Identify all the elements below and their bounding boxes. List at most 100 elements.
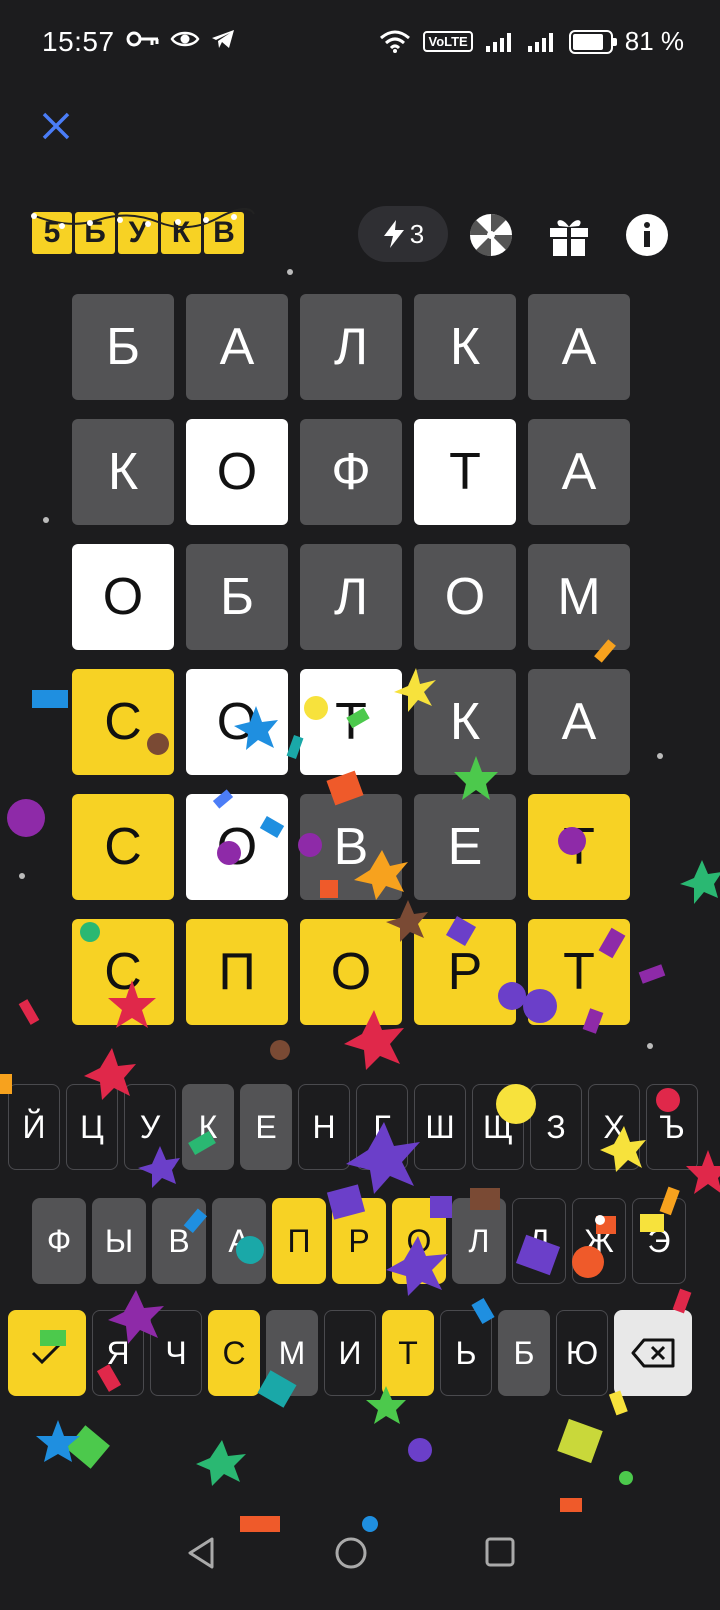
status-bar: 15:57 VoLTE 81 % — [0, 0, 720, 86]
letter-tile: С — [72, 794, 174, 900]
signal-icon-2 — [527, 32, 553, 52]
grid-row: СПОРТ — [72, 919, 632, 1025]
letter-tile: Р — [414, 919, 516, 1025]
info-button[interactable] — [624, 212, 670, 258]
grid-row: СОВЕТ — [72, 794, 632, 900]
letter-tile: О — [186, 794, 288, 900]
key[interactable]: Х — [588, 1084, 640, 1170]
wifi-icon — [380, 30, 411, 53]
letter-tile: О — [72, 544, 174, 650]
key[interactable]: В — [152, 1198, 206, 1284]
battery-icon — [568, 29, 617, 54]
key[interactable]: С — [208, 1310, 260, 1396]
logo-lights-garland — [29, 208, 255, 229]
letter-tile: П — [186, 919, 288, 1025]
key[interactable]: Ц — [66, 1084, 118, 1170]
info-icon — [626, 214, 668, 256]
key[interactable]: Ж — [572, 1198, 626, 1284]
letter-tile: В — [300, 794, 402, 900]
check-icon — [31, 1341, 63, 1365]
eye-icon — [170, 31, 200, 47]
key[interactable]: Ш — [414, 1084, 466, 1170]
key[interactable]: Л — [452, 1198, 506, 1284]
key[interactable]: Й — [8, 1084, 60, 1170]
enter-key[interactable] — [8, 1310, 86, 1396]
letter-tile: А — [528, 294, 630, 400]
navigation-bar — [0, 1500, 720, 1610]
letter-tile: О — [300, 919, 402, 1025]
grid-row: ОБЛОМ — [72, 544, 632, 650]
letter-tile: О — [414, 544, 516, 650]
key[interactable]: М — [266, 1310, 318, 1396]
letter-tile: Л — [300, 294, 402, 400]
backspace-icon — [631, 1338, 675, 1368]
gift-icon — [550, 220, 588, 256]
key[interactable]: Ь — [440, 1310, 492, 1396]
letter-tile: С — [72, 919, 174, 1025]
status-left-icons — [126, 28, 236, 50]
letter-tile: О — [186, 419, 288, 525]
home-icon[interactable] — [334, 1536, 368, 1570]
word-grid: БАЛКАКОФТАОБЛОМСОТКАСОВЕТСПОРТ — [72, 294, 632, 1044]
letter-tile: О — [186, 669, 288, 775]
key[interactable]: Я — [92, 1310, 144, 1396]
letter-tile: К — [414, 294, 516, 400]
key[interactable]: Э — [632, 1198, 686, 1284]
letter-tile: Б — [72, 294, 174, 400]
keyboard-row: ЯЧСМИТЬБЮ — [8, 1310, 692, 1396]
key[interactable]: Е — [240, 1084, 292, 1170]
letter-tile: К — [72, 419, 174, 525]
lightning-icon — [383, 220, 404, 248]
letter-tile: Е — [414, 794, 516, 900]
key[interactable]: У — [124, 1084, 176, 1170]
key[interactable]: К — [182, 1084, 234, 1170]
key[interactable]: Ч — [150, 1310, 202, 1396]
key[interactable]: Ъ — [646, 1084, 698, 1170]
key[interactable]: Щ — [472, 1084, 524, 1170]
energy-count: 3 — [409, 218, 425, 249]
key[interactable]: З — [530, 1084, 582, 1170]
backspace-key[interactable] — [614, 1310, 692, 1396]
back-icon[interactable] — [186, 1536, 216, 1570]
telegram-icon — [212, 30, 234, 48]
letter-tile: А — [528, 419, 630, 525]
letter-tile: С — [72, 669, 174, 775]
letter-tile: Т — [414, 419, 516, 525]
letter-tile: Т — [528, 794, 630, 900]
key[interactable]: Р — [332, 1198, 386, 1284]
key[interactable]: Ы — [92, 1198, 146, 1284]
grid-row: БАЛКА — [72, 294, 632, 400]
recents-icon[interactable] — [484, 1536, 516, 1568]
letter-tile: Т — [300, 669, 402, 775]
key[interactable]: И — [324, 1310, 376, 1396]
key[interactable]: Ф — [32, 1198, 86, 1284]
letter-tile: Л — [300, 544, 402, 650]
close-button[interactable] — [36, 106, 76, 146]
key[interactable]: Д — [512, 1198, 566, 1284]
wheel-icon — [469, 213, 513, 257]
keyboard-row: ЙЦУКЕНГШЩЗХЪ — [8, 1084, 698, 1170]
key[interactable]: Г — [356, 1084, 408, 1170]
key[interactable]: Ю — [556, 1310, 608, 1396]
close-icon — [42, 112, 70, 140]
battery-percent: 81 % — [624, 26, 684, 56]
key-icon — [126, 31, 159, 47]
signal-icon — [485, 32, 511, 52]
volte-badge: VoLTE — [423, 31, 473, 52]
keyboard-row: ФЫВАПРОЛДЖЭ — [32, 1198, 686, 1284]
grid-row: КОФТА — [72, 419, 632, 525]
status-right: VoLTE 81 % — [379, 26, 684, 57]
key[interactable]: А — [212, 1198, 266, 1284]
energy-counter-button[interactable]: 3 — [358, 206, 448, 262]
key[interactable]: О — [392, 1198, 446, 1284]
grid-row: СОТКА — [72, 669, 632, 775]
letter-tile: Т — [528, 919, 630, 1025]
key[interactable]: П — [272, 1198, 326, 1284]
key[interactable]: Н — [298, 1084, 350, 1170]
key[interactable]: Б — [498, 1310, 550, 1396]
wheel-button[interactable] — [468, 212, 514, 258]
key[interactable]: Т — [382, 1310, 434, 1396]
gift-button[interactable] — [546, 212, 592, 258]
letter-tile: А — [186, 294, 288, 400]
letter-tile: К — [414, 669, 516, 775]
